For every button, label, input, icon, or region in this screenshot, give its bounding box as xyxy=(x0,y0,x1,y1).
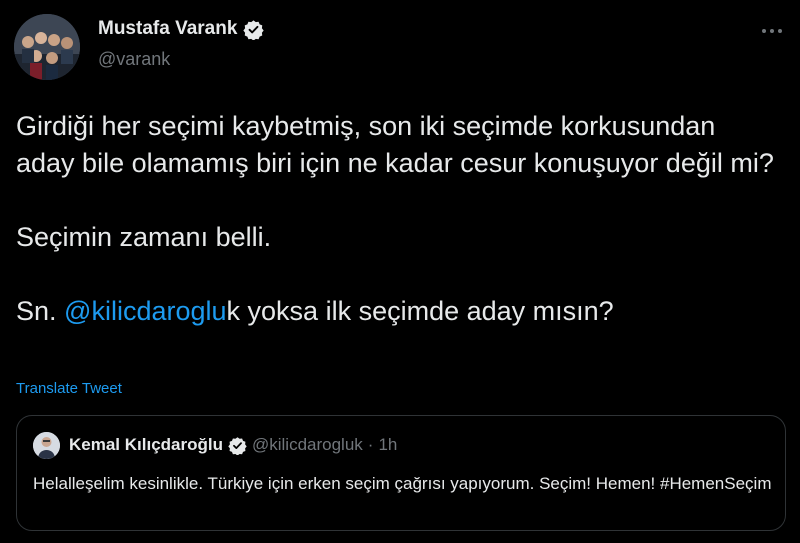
verified-badge-icon xyxy=(228,436,247,455)
author-handle[interactable]: @varank xyxy=(98,49,170,70)
translate-tweet-link[interactable]: Translate Tweet xyxy=(16,380,122,397)
separator-dot: · xyxy=(367,435,374,454)
verified-badge-icon xyxy=(243,19,265,40)
more-horizontal-icon[interactable] xyxy=(758,22,786,40)
tweet-card: Mustafa Varank @varank Girdiği her seçim… xyxy=(0,0,800,543)
tweet-text: Girdiği her seçimi kaybetmiş, son iki se… xyxy=(16,108,776,330)
author-name-row[interactable]: Mustafa Varank xyxy=(98,18,265,40)
mention-link[interactable]: @kilicdaroglu xyxy=(64,296,226,326)
quoted-tweet-text: Helalleşelim kesinlikle. Türkiye için er… xyxy=(33,474,772,493)
person-avatar-icon xyxy=(33,432,60,459)
quoted-author-avatar[interactable] xyxy=(33,432,60,459)
more-dot xyxy=(770,29,774,33)
author-avatar[interactable] xyxy=(14,14,80,80)
more-dot xyxy=(778,29,782,33)
tweet-paragraph-2: Seçimin zamanı belli. xyxy=(16,222,272,252)
paragraph-3-prefix: Sn. xyxy=(16,296,57,326)
quoted-tweet[interactable]: Kemal Kılıçdaroğlu @kilicdarogluk · 1h H… xyxy=(16,415,786,531)
more-dot xyxy=(762,29,766,33)
quoted-timestamp[interactable]: 1h xyxy=(378,435,397,455)
tweet-paragraph-1: Girdiği her seçimi kaybetmiş, son iki se… xyxy=(16,111,774,178)
author-display-name[interactable]: Mustafa Varank xyxy=(98,18,237,40)
paragraph-3-suffix: k yoksa ilk seçimde aday mısın? xyxy=(226,296,614,326)
quoted-header: Kemal Kılıçdaroğlu @kilicdarogluk · 1h xyxy=(69,435,397,455)
quoted-handle[interactable]: @kilicdarogluk xyxy=(252,435,363,455)
group-photo-avatar-icon xyxy=(14,14,80,80)
quoted-display-name[interactable]: Kemal Kılıçdaroğlu xyxy=(69,435,223,455)
tweet-paragraph-3: Sn. @kilicdarogluk yoksa ilk seçimde ada… xyxy=(16,293,776,330)
